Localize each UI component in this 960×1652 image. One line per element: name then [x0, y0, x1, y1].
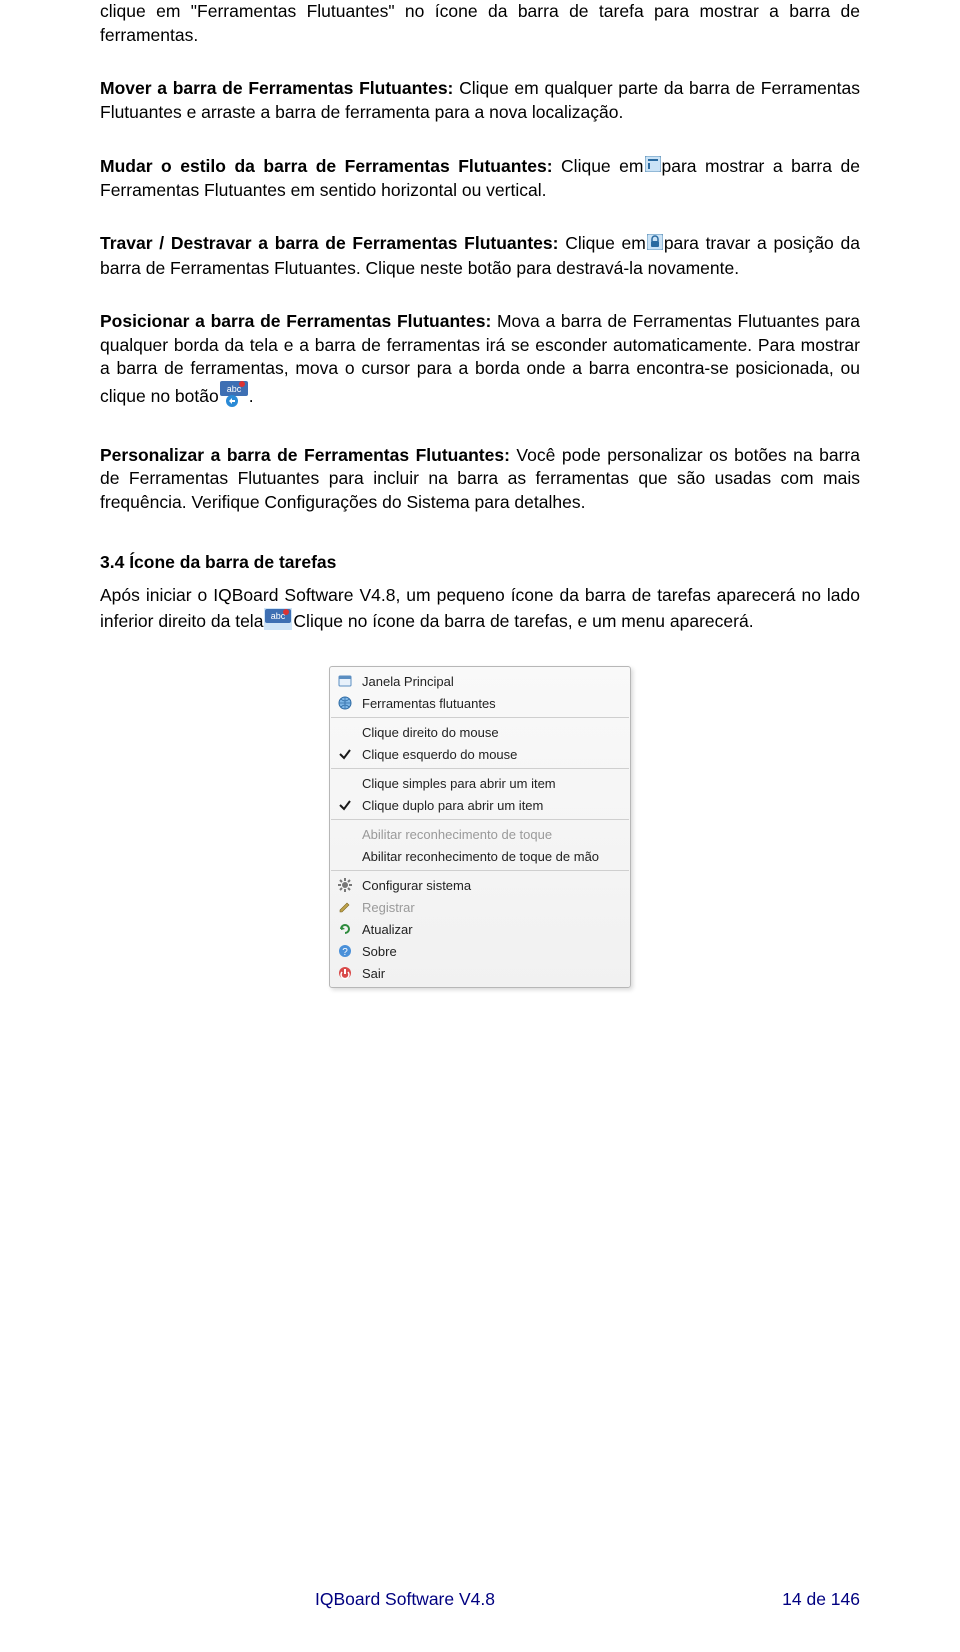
- menu-item[interactable]: Clique esquerdo do mouse: [330, 743, 630, 765]
- paragraph-style: Mudar o estilo da barra de Ferramentas F…: [100, 155, 860, 203]
- bold-label: Mover a barra de Ferramentas Flutuantes:: [100, 78, 459, 98]
- paragraph-intro: clique em "Ferramentas Flutuantes" no íc…: [100, 0, 860, 47]
- menu-item-label: Janela Principal: [362, 673, 622, 691]
- svg-text:?: ?: [342, 947, 348, 958]
- text-pre: Clique em: [565, 233, 646, 253]
- menu-item-label: Sobre: [362, 943, 622, 961]
- menu-item-label: Clique duplo para abrir um item: [362, 797, 622, 815]
- pencil-icon: [336, 898, 354, 916]
- menu-item-label: Clique direito do mouse: [362, 724, 622, 742]
- bold-label: Personalizar a barra de Ferramentas Flut…: [100, 445, 516, 465]
- page-footer: IQBoard Software V4.8 14 de 146: [0, 1588, 960, 1612]
- menu-separator: [331, 717, 629, 718]
- text: clique em "Ferramentas Flutuantes" no íc…: [100, 1, 860, 45]
- menu-separator: [331, 870, 629, 871]
- window-icon: [336, 672, 354, 690]
- paragraph-taskbar: Após iniciar o IQBoard Software V4.8, um…: [100, 584, 860, 636]
- globe-icon: [336, 694, 354, 712]
- menu-item[interactable]: Janela Principal: [330, 670, 630, 692]
- check-icon: [336, 745, 354, 763]
- taskbar-abc-icon: abc: [220, 381, 248, 414]
- text-post: .: [249, 386, 254, 406]
- exit-icon: [336, 964, 354, 982]
- text-pre: Clique em: [561, 156, 643, 176]
- lock-icon: [647, 233, 663, 257]
- footer-page-number: 14 de 146: [710, 1588, 860, 1612]
- menu-separator: [331, 768, 629, 769]
- menu-item[interactable]: Clique simples para abrir um item: [330, 772, 630, 794]
- context-menu: Janela Principal Ferramentas flutuantes Cl…: [329, 666, 631, 988]
- text-post: Clique no ícone da barra de tarefas, e u…: [293, 611, 753, 631]
- bold-label: Travar / Destravar a barra de Ferramenta…: [100, 233, 565, 253]
- menu-item[interactable]: Clique duplo para abrir um item: [330, 794, 630, 816]
- bold-label: Mudar o estilo da barra de Ferramentas F…: [100, 156, 561, 176]
- gear-icon: [336, 876, 354, 894]
- menu-item-label: Ferramentas flutuantes: [362, 695, 622, 713]
- menu-item[interactable]: ? Sobre: [330, 940, 630, 962]
- refresh-icon: [336, 920, 354, 938]
- menu-item[interactable]: Configurar sistema: [330, 874, 630, 896]
- menu-item-label: Abilitar reconhecimento de toque: [362, 826, 622, 844]
- section-heading: 3.4 Ícone da barra de tarefas: [100, 551, 860, 575]
- menu-item[interactable]: Abilitar reconhecimento de toque de mão: [330, 845, 630, 867]
- help-icon: ?: [336, 942, 354, 960]
- menu-item-label: Atualizar: [362, 921, 622, 939]
- page-content: clique em "Ferramentas Flutuantes" no íc…: [0, 0, 960, 1652]
- menu-item: Registrar: [330, 896, 630, 918]
- orientation-toggle-icon: [645, 155, 661, 179]
- blank-icon: [336, 774, 354, 792]
- menu-item: Abilitar reconhecimento de toque: [330, 823, 630, 845]
- paragraph-position: Posicionar a barra de Ferramentas Flutua…: [100, 310, 860, 414]
- paragraph-lock: Travar / Destravar a barra de Ferramenta…: [100, 232, 860, 280]
- context-menu-illustration: Janela Principal Ferramentas flutuantes Cl…: [100, 666, 860, 988]
- menu-item-label: Configurar sistema: [362, 877, 622, 895]
- blank-icon: [336, 723, 354, 741]
- paragraph-customize: Personalizar a barra de Ferramentas Flut…: [100, 444, 860, 515]
- menu-item[interactable]: Ferramentas flutuantes: [330, 692, 630, 714]
- menu-item-label: Sair: [362, 965, 622, 983]
- menu-item-label: Abilitar reconhecimento de toque de mão: [362, 848, 622, 866]
- bold-label: Posicionar a barra de Ferramentas Flutua…: [100, 311, 497, 331]
- taskbar-tray-icon: abc: [264, 608, 292, 637]
- paragraph-move: Mover a barra de Ferramentas Flutuantes:…: [100, 77, 860, 124]
- menu-item[interactable]: Clique direito do mouse: [330, 721, 630, 743]
- blank-icon: [336, 825, 354, 843]
- menu-item[interactable]: Sair: [330, 962, 630, 984]
- menu-separator: [331, 819, 629, 820]
- menu-item-label: Clique esquerdo do mouse: [362, 746, 622, 764]
- footer-title: IQBoard Software V4.8: [100, 1588, 710, 1612]
- menu-item[interactable]: Atualizar: [330, 918, 630, 940]
- blank-icon: [336, 847, 354, 865]
- check-icon: [336, 796, 354, 814]
- menu-item-label: Clique simples para abrir um item: [362, 775, 622, 793]
- menu-item-label: Registrar: [362, 899, 622, 917]
